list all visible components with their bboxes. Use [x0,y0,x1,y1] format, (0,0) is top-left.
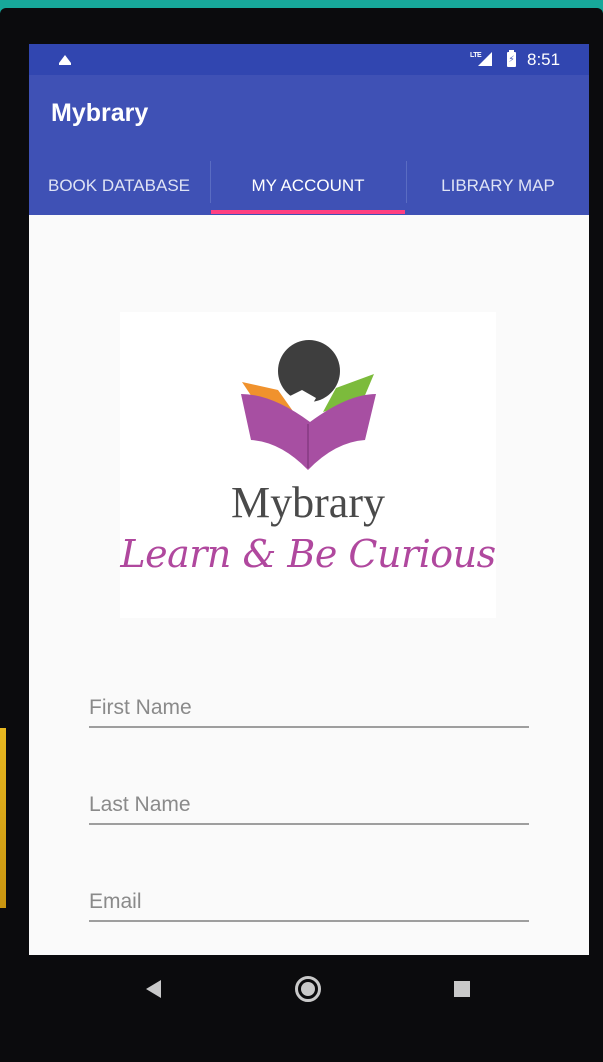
notification-icon [59,55,71,65]
back-icon[interactable] [146,980,161,998]
app-screen: LTE 8:51 Mybrary BOOK DATABASE MY ACCOUN… [29,44,589,964]
tab-library-map[interactable]: LIBRARY MAP [407,157,589,215]
logo-tagline: Learn & Be Curious [120,532,496,576]
last-name-input[interactable] [89,779,529,823]
background-strip [0,728,6,908]
app-title: Mybrary [51,99,149,127]
status-time: 8:51 [527,50,561,69]
status-bar: LTE 8:51 [29,44,589,75]
recents-icon[interactable] [454,981,470,997]
email-field [89,876,529,922]
last-name-field [89,779,529,825]
system-navigation-bar [0,955,603,1062]
tab-book-database[interactable]: BOOK DATABASE [29,157,209,215]
first-name-field [89,682,529,728]
home-icon[interactable] [295,976,321,1002]
logo-name: Mybrary [231,478,385,527]
email-input[interactable] [89,876,529,920]
tab-my-account[interactable]: MY ACCOUNT [211,157,405,215]
battery-charging-icon [507,50,516,67]
signal-icon [478,52,492,66]
app-bar: Mybrary BOOK DATABASE MY ACCOUNT LIBRARY… [29,75,589,215]
first-name-input[interactable] [89,682,529,726]
reader-book-logo-icon [241,340,376,470]
selected-tab-indicator [211,210,405,214]
device-frame: LTE 8:51 Mybrary BOOK DATABASE MY ACCOUN… [0,8,603,1062]
mybrary-logo: Mybrary Learn & Be Curious [120,312,496,618]
tab-bar: BOOK DATABASE MY ACCOUNT LIBRARY MAP [29,157,589,215]
